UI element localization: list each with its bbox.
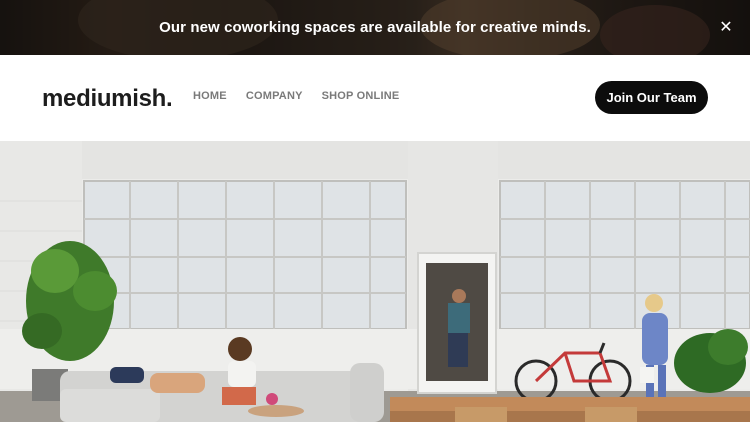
join-our-team-button[interactable]: Join Our Team xyxy=(595,81,708,114)
announcement-message: Our new coworking spaces are available f… xyxy=(159,19,591,36)
main-nav: HOME COMPANY SHOP ONLINE xyxy=(193,90,418,102)
nav-item-company[interactable]: COMPANY xyxy=(246,90,303,102)
close-icon[interactable]: ✕ xyxy=(714,15,738,39)
site-logo[interactable]: mediumish. xyxy=(42,85,173,113)
announcement-bar: Our new coworking spaces are available f… xyxy=(0,0,750,55)
nav-item-home[interactable]: HOME xyxy=(193,90,227,102)
hero-office-image xyxy=(0,141,750,422)
office-illustration xyxy=(0,141,750,422)
nav-item-shop-online[interactable]: SHOP ONLINE xyxy=(322,90,400,102)
site-header: mediumish. HOME COMPANY SHOP ONLINE Join… xyxy=(0,55,750,141)
